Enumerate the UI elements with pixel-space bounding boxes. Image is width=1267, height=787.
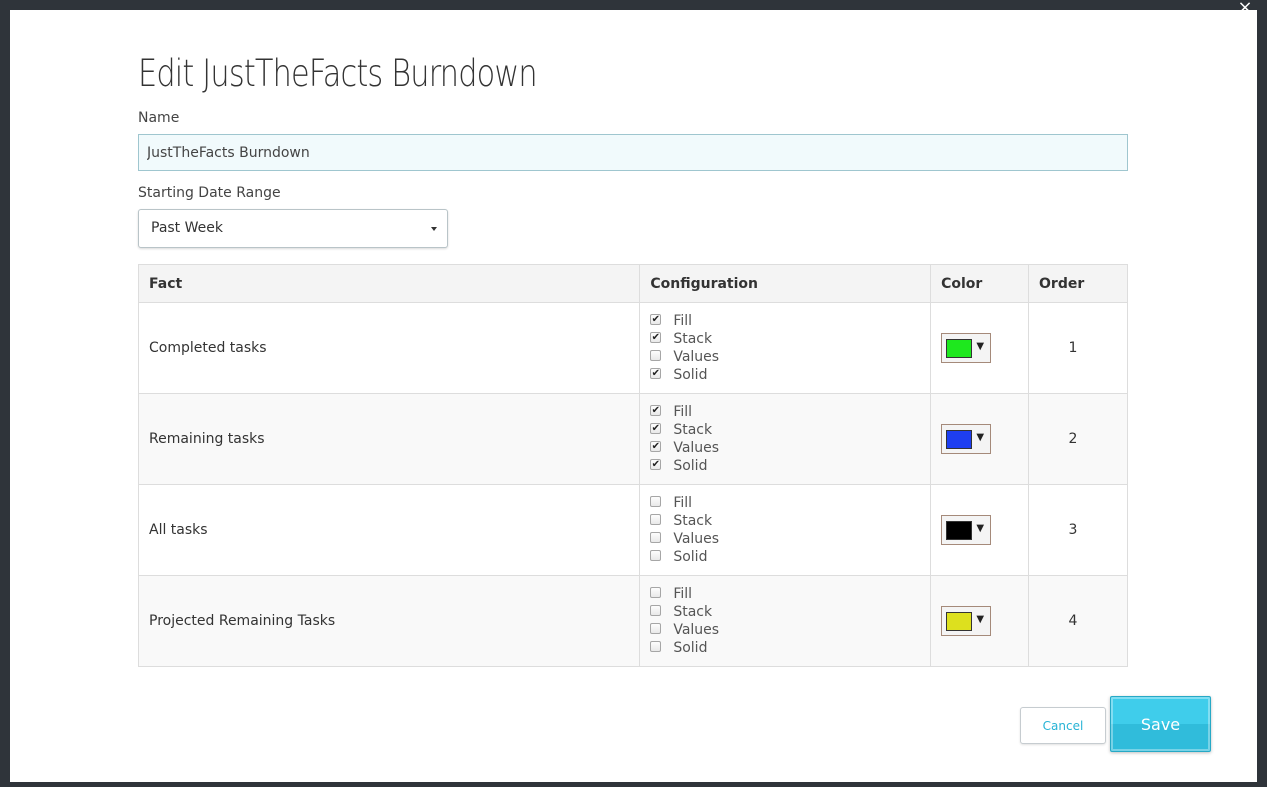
values-checkbox[interactable]: [650, 349, 662, 361]
fill-checkbox[interactable]: [650, 586, 662, 598]
solid-label: Solid: [673, 640, 708, 656]
option-values[interactable]: ✔ Values: [650, 439, 920, 457]
order-value: 1: [1028, 302, 1128, 394]
color-cell: ▼: [930, 302, 1030, 394]
fill-label: Fill: [673, 586, 693, 602]
option-stack[interactable]: Stack: [650, 603, 920, 621]
values-checkbox[interactable]: [650, 531, 662, 543]
solid-label: Solid: [673, 367, 708, 383]
caret-down-icon: [431, 227, 437, 231]
color-swatch: [946, 521, 973, 540]
option-fill[interactable]: Fill: [650, 494, 920, 512]
stack-label: Stack: [673, 422, 713, 438]
color-picker[interactable]: ▼: [941, 333, 992, 363]
solid-label: Solid: [673, 549, 708, 565]
save-button[interactable]: Save: [1110, 696, 1211, 752]
color-picker[interactable]: ▼: [941, 515, 992, 545]
values-label: Values: [673, 531, 720, 547]
fill-checkbox[interactable]: ✔: [650, 404, 662, 416]
stack-checkbox[interactable]: [650, 513, 662, 525]
fill-label: Fill: [673, 495, 693, 511]
color-picker[interactable]: ▼: [941, 424, 992, 454]
color-swatch: [946, 612, 973, 631]
option-values[interactable]: Values: [650, 348, 920, 366]
name-label: Name: [138, 110, 180, 126]
option-stack[interactable]: ✔ Stack: [650, 330, 920, 348]
fact-name: Remaining tasks: [137, 393, 641, 485]
table-row: Projected Remaining Tasks Fill Stack Values…: [137, 575, 1128, 667]
option-solid[interactable]: Solid: [650, 548, 920, 566]
option-fill[interactable]: ✔ Fill: [650, 403, 920, 421]
option-fill[interactable]: ✔ Fill: [650, 312, 920, 330]
date-range-select[interactable]: Past Week: [138, 209, 448, 248]
values-label: Values: [673, 440, 720, 456]
triangle-down-icon: ▼: [976, 614, 985, 625]
order-value: 4: [1028, 575, 1128, 667]
fact-name: Completed tasks: [137, 302, 641, 394]
facts-table: Fact Configuration Color Order Completed…: [137, 264, 1128, 667]
option-solid[interactable]: ✔ Solid: [650, 457, 920, 475]
color-swatch: [946, 430, 973, 449]
option-values[interactable]: Values: [650, 530, 920, 548]
modal-title: Edit JustTheFacts Burndown: [138, 52, 538, 95]
configuration-cell: Fill Stack Values Solid: [639, 575, 932, 667]
fill-label: Fill: [673, 313, 693, 329]
configuration-cell: ✔ Fill ✔ Stack Values ✔ Solid: [639, 302, 932, 394]
stack-checkbox[interactable]: [650, 604, 662, 616]
option-solid[interactable]: Solid: [650, 639, 920, 657]
values-checkbox[interactable]: ✔: [650, 440, 662, 452]
color-picker[interactable]: ▼: [941, 606, 992, 636]
color-swatch: [946, 339, 973, 358]
close-icon[interactable]: ×: [1235, 0, 1255, 18]
header-fact: Fact: [137, 264, 641, 303]
fill-checkbox[interactable]: ✔: [650, 313, 662, 325]
values-label: Values: [673, 349, 720, 365]
solid-checkbox[interactable]: [650, 640, 662, 652]
header-order: Order: [1028, 264, 1128, 303]
triangle-down-icon: ▼: [976, 523, 985, 534]
table-header-row: Fact Configuration Color Order: [137, 264, 1128, 303]
option-stack[interactable]: Stack: [650, 512, 920, 530]
order-value: 2: [1028, 393, 1128, 485]
fill-label: Fill: [673, 404, 693, 420]
color-cell: ▼: [930, 575, 1030, 667]
solid-checkbox[interactable]: ✔: [650, 367, 662, 379]
header-configuration: Configuration: [639, 264, 932, 303]
solid-checkbox[interactable]: ✔: [650, 458, 662, 470]
option-solid[interactable]: ✔ Solid: [650, 366, 920, 384]
facts-table-body: Completed tasks ✔ Fill ✔ Stack Values ✔ Solid ▼ 1…: [137, 302, 1128, 667]
stack-checkbox[interactable]: ✔: [650, 422, 662, 434]
configuration-cell: ✔ Fill ✔ Stack ✔ Values ✔ Solid: [639, 393, 932, 485]
color-cell: ▼: [930, 393, 1030, 485]
option-values[interactable]: Values: [650, 621, 920, 639]
table-row: Completed tasks ✔ Fill ✔ Stack Values ✔ Solid ▼ 1: [137, 302, 1128, 394]
stack-label: Stack: [673, 604, 713, 620]
date-range-selected-value: Past Week: [151, 220, 223, 236]
solid-checkbox[interactable]: [650, 549, 662, 561]
order-value: 3: [1028, 484, 1128, 576]
values-checkbox[interactable]: [650, 622, 662, 634]
configuration-cell: Fill Stack Values Solid: [639, 484, 932, 576]
name-input[interactable]: [138, 134, 1128, 171]
table-row: All tasks Fill Stack Values Solid ▼ 3: [137, 484, 1128, 576]
edit-burndown-modal: × Edit JustTheFacts Burndown Name Starti…: [10, 0, 1257, 782]
fact-name: Projected Remaining Tasks: [137, 575, 641, 667]
stack-label: Stack: [673, 513, 713, 529]
date-range-label: Starting Date Range: [138, 185, 281, 201]
option-fill[interactable]: Fill: [650, 585, 920, 603]
option-stack[interactable]: ✔ Stack: [650, 421, 920, 439]
cancel-button[interactable]: Cancel: [1020, 707, 1106, 744]
triangle-down-icon: ▼: [976, 432, 985, 443]
table-row: Remaining tasks ✔ Fill ✔ Stack ✔ Values ✔ Solid ▼…: [137, 393, 1128, 485]
stack-label: Stack: [673, 331, 713, 347]
fact-name: All tasks: [137, 484, 641, 576]
fill-checkbox[interactable]: [650, 495, 662, 507]
header-color: Color: [930, 264, 1030, 303]
triangle-down-icon: ▼: [976, 341, 985, 352]
values-label: Values: [673, 622, 720, 638]
stack-checkbox[interactable]: ✔: [650, 331, 662, 343]
solid-label: Solid: [673, 458, 708, 474]
color-cell: ▼: [930, 484, 1030, 576]
